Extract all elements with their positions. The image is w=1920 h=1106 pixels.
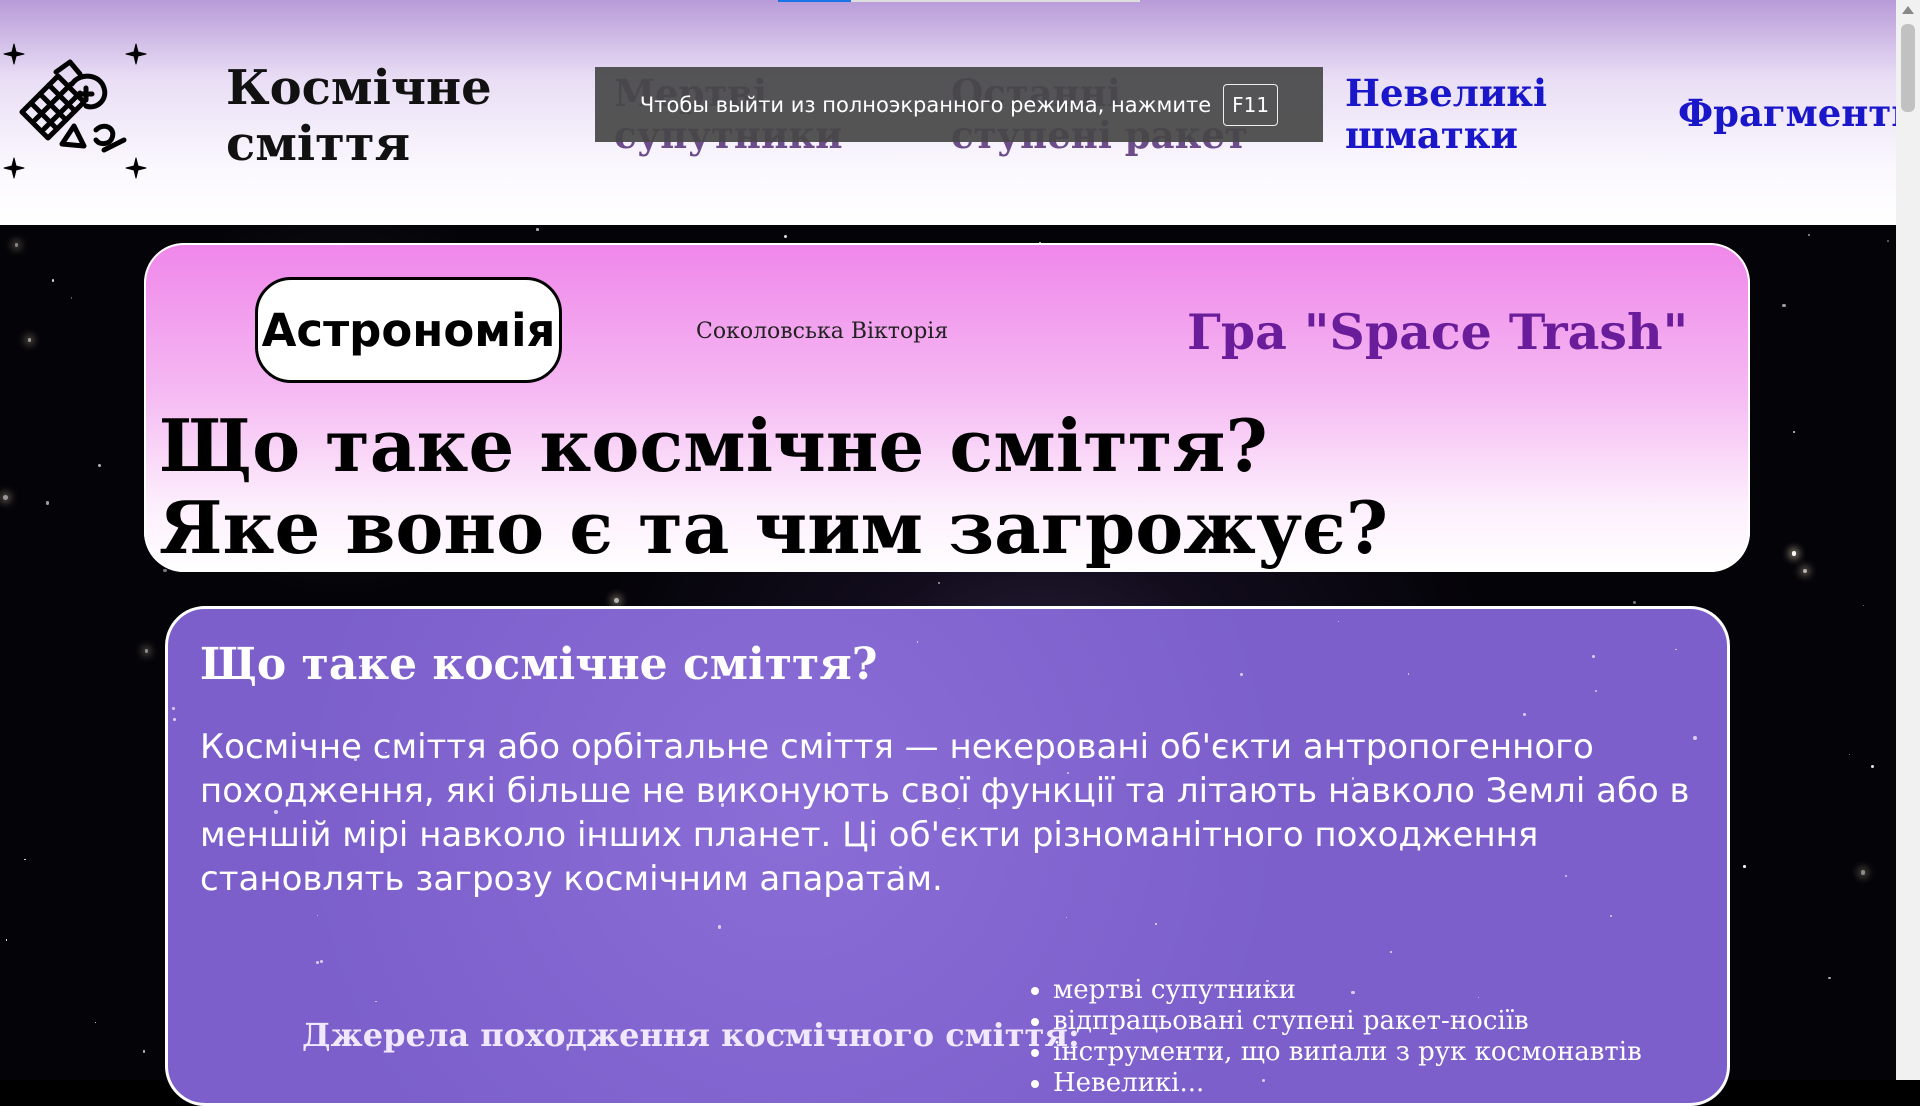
sources-list: мертві супутники відпрацьовані ступені р…	[1025, 975, 1642, 1099]
author-name: Соколовська Вікторія	[696, 319, 949, 344]
star	[1632, 600, 1636, 604]
glint	[1595, 689, 1598, 692]
star	[1807, 233, 1810, 236]
glint	[315, 960, 319, 964]
browser-progress-bar	[778, 0, 1140, 2]
glint	[717, 924, 722, 929]
glint	[1337, 620, 1340, 623]
star	[1743, 865, 1746, 868]
glint	[1407, 673, 1410, 676]
nav-fragments[interactable]: Фрагменти	[1678, 92, 1919, 134]
page-title: Що таке космічне сміття? Яке воно є та ч…	[159, 405, 1719, 569]
title-line-1: Що таке космічне сміття?	[159, 403, 1268, 488]
space-debris-logo-icon[interactable]	[0, 34, 150, 184]
title-line-2: Яке воно є та чим загрожує?	[159, 485, 1389, 570]
star	[1791, 551, 1797, 556]
star	[1870, 764, 1875, 768]
glint	[1390, 951, 1393, 953]
star	[783, 235, 787, 239]
section-paragraph: Космічне сміття або орбітальне сміття — …	[200, 727, 1690, 899]
star	[27, 337, 32, 342]
star	[938, 582, 940, 584]
glint	[1675, 648, 1677, 651]
star	[1860, 870, 1865, 875]
star	[1782, 303, 1786, 307]
star	[45, 501, 49, 505]
star	[14, 243, 19, 247]
glint	[316, 914, 318, 916]
list-item: відпрацьовані ступені ракет-носіїв	[1053, 1006, 1642, 1037]
glint	[1239, 673, 1243, 677]
glint	[319, 960, 323, 964]
glint	[916, 640, 919, 643]
list-item: інструменти, що випали з рук космонавтів	[1053, 1037, 1642, 1068]
list-item: Невеликі...	[1053, 1068, 1642, 1099]
glint	[1522, 713, 1526, 716]
star	[51, 279, 55, 282]
astronomy-button[interactable]: Астрономія	[255, 277, 562, 383]
star	[1793, 430, 1796, 433]
content-card: Що таке космічне сміття? Космічне сміття…	[165, 606, 1730, 1106]
toast-key: F11	[1223, 83, 1279, 126]
star	[142, 1049, 146, 1053]
sources-label: Джерела походження космічного сміття:	[302, 1016, 1080, 1054]
glint	[1065, 917, 1067, 919]
star	[3, 494, 9, 500]
site-title: Космічне сміття	[226, 60, 492, 172]
glint	[173, 718, 177, 721]
hero-card: Астрономія Соколовська Вікторія Гра "Spa…	[144, 243, 1750, 572]
list-item: мертві супутники	[1053, 975, 1642, 1006]
glint	[1155, 923, 1157, 925]
nav-small-pieces[interactable]: Невеликі шматки	[1345, 72, 1565, 156]
glint	[1609, 914, 1612, 917]
glint	[375, 1000, 377, 1003]
scrollbar-thumb[interactable]	[1901, 24, 1915, 112]
glint	[172, 706, 176, 710]
game-link[interactable]: Гра "Space Trash"	[1187, 303, 1688, 361]
site-header: Космічне сміття Мертві супутники Останні…	[0, 0, 1919, 225]
glint	[1592, 655, 1596, 659]
toast-message: Чтобы выйти из полноэкранного режима, на…	[639, 92, 1212, 117]
section-heading: Що таке космічне сміття?	[200, 639, 878, 690]
fullscreen-exit-toast: Чтобы выйти из полноэкранного режима, на…	[595, 67, 1323, 142]
scroll-up-arrow-icon[interactable]	[1902, 6, 1914, 14]
page-scrollbar[interactable]	[1896, 0, 1920, 1080]
star	[536, 228, 539, 231]
